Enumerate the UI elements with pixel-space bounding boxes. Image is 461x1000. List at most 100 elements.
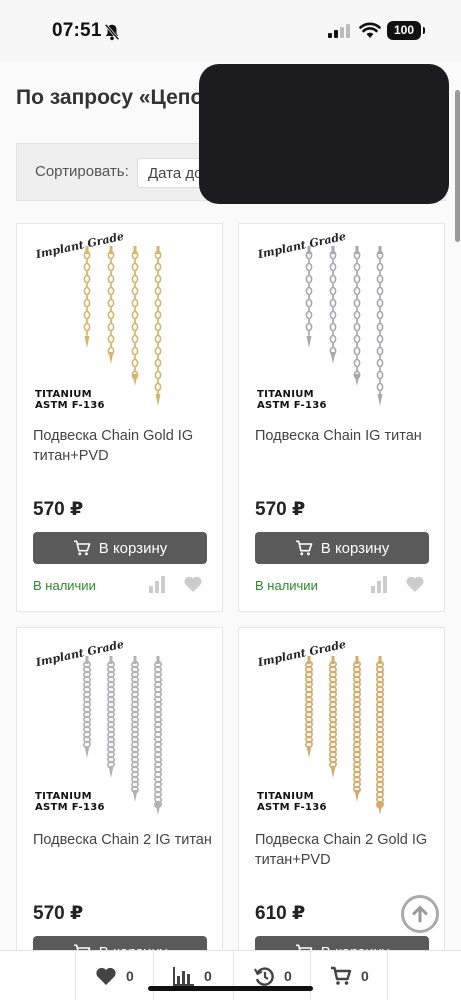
chain-link bbox=[83, 274, 91, 284]
compare-icon[interactable] bbox=[148, 575, 166, 593]
product-card[interactable]: Implant Grade TITANIUM ASTM F-136 Подвес… bbox=[16, 223, 223, 612]
chain-spike bbox=[84, 336, 90, 348]
divider bbox=[233, 951, 234, 1000]
history-tab[interactable]: 0 bbox=[253, 951, 292, 1000]
chain-spike bbox=[306, 336, 312, 348]
chain-connector bbox=[378, 246, 382, 254]
status-time: 07:51 bbox=[52, 20, 102, 41]
chain-link bbox=[376, 298, 384, 308]
material-name: TITANIUM bbox=[35, 791, 92, 802]
cart-icon bbox=[331, 966, 352, 985]
bottom-bar: 0 0 0 0 bbox=[0, 950, 461, 1000]
chain-link bbox=[107, 298, 115, 308]
material-name: TITANIUM bbox=[257, 389, 314, 400]
favorites-count: 0 bbox=[126, 968, 134, 984]
chain-link bbox=[154, 298, 162, 308]
heart-icon[interactable] bbox=[405, 575, 425, 593]
chain-link bbox=[329, 262, 337, 272]
chain-link bbox=[83, 322, 91, 332]
chain-link bbox=[329, 274, 337, 284]
chain-link bbox=[154, 322, 162, 332]
chain-link bbox=[83, 286, 91, 296]
chain-link bbox=[107, 262, 115, 272]
add-to-cart-label: В корзину bbox=[320, 539, 390, 557]
chain-spike bbox=[306, 746, 312, 758]
material-standard: ASTM F-136 bbox=[35, 802, 105, 813]
chain-link bbox=[376, 346, 384, 356]
chain-link bbox=[329, 286, 337, 296]
chain-spike bbox=[155, 394, 161, 406]
chain-link bbox=[131, 298, 139, 308]
product-title[interactable]: Подвеска Chain 2 Gold IG титан+PVD bbox=[255, 830, 435, 870]
bar-chart-icon bbox=[173, 967, 194, 986]
chain-link bbox=[353, 310, 361, 320]
divider bbox=[153, 951, 154, 1000]
product-card[interactable]: Implant Grade TITANIUM ASTM F-136 Подвес… bbox=[16, 627, 223, 967]
chain-connector bbox=[109, 246, 113, 254]
chain-link bbox=[353, 334, 361, 344]
product-title[interactable]: Подвеска Chain Gold IG титан+PVD bbox=[33, 426, 213, 466]
chain-link bbox=[154, 358, 162, 368]
battery-indicator: 100 bbox=[387, 21, 425, 40]
chain-link bbox=[154, 286, 162, 296]
favorites-tab[interactable]: 0 bbox=[95, 951, 134, 1000]
chain-link bbox=[107, 334, 115, 344]
add-to-cart-button[interactable]: В корзину bbox=[33, 532, 207, 564]
product-price: 570 ₽ bbox=[255, 499, 306, 520]
chain-link bbox=[154, 382, 162, 392]
chain-link bbox=[376, 274, 384, 284]
chain-link bbox=[305, 262, 313, 272]
chain-spike bbox=[108, 352, 114, 364]
scrollbar[interactable] bbox=[455, 90, 460, 242]
history-icon bbox=[254, 967, 274, 986]
chain-link bbox=[154, 310, 162, 320]
chain-link bbox=[154, 334, 162, 344]
cart-icon bbox=[295, 540, 313, 556]
chain-link bbox=[353, 322, 361, 332]
chain-link bbox=[376, 322, 384, 332]
stock-status: В наличии bbox=[33, 578, 96, 593]
chain-link bbox=[131, 358, 139, 368]
chain-connector bbox=[133, 246, 137, 254]
material-name: TITANIUM bbox=[257, 791, 314, 802]
home-indicator bbox=[148, 986, 313, 991]
chain-spike bbox=[330, 352, 336, 364]
add-to-cart-button[interactable]: В корзину bbox=[255, 532, 429, 564]
cart-tab[interactable]: 0 bbox=[330, 951, 369, 1000]
product-card[interactable]: Implant Grade TITANIUM ASTM F-136 Подвес… bbox=[238, 223, 445, 612]
chain-link bbox=[376, 370, 384, 380]
chain-link bbox=[376, 358, 384, 368]
cart-icon bbox=[73, 540, 91, 556]
material-label: TITANIUM ASTM F-136 bbox=[257, 389, 327, 411]
material-standard: ASTM F-136 bbox=[257, 400, 327, 411]
sort-label: Сортировать: bbox=[35, 163, 129, 180]
chain-spike bbox=[155, 803, 161, 815]
chain-spike bbox=[108, 766, 114, 778]
product-title[interactable]: Подвеска Chain IG титан bbox=[255, 426, 435, 446]
bell-slash-icon bbox=[104, 23, 120, 41]
chain-link bbox=[329, 298, 337, 308]
heart-icon[interactable] bbox=[183, 575, 203, 593]
chain-link bbox=[305, 322, 313, 332]
chain-link bbox=[107, 274, 115, 284]
chain-link bbox=[376, 310, 384, 320]
compare-tab[interactable]: 0 bbox=[173, 951, 212, 1000]
chain-spike bbox=[354, 374, 360, 386]
material-name: TITANIUM bbox=[35, 389, 92, 400]
chain-link bbox=[83, 310, 91, 320]
cart-count: 0 bbox=[361, 968, 369, 984]
scroll-to-top-button[interactable] bbox=[401, 895, 439, 933]
compare-icon[interactable] bbox=[370, 575, 388, 593]
chain-link bbox=[353, 298, 361, 308]
product-price: 570 ₽ bbox=[33, 499, 84, 520]
chain-link bbox=[353, 262, 361, 272]
chain-link bbox=[107, 310, 115, 320]
material-standard: ASTM F-136 bbox=[35, 400, 105, 411]
chain-spike bbox=[132, 374, 138, 386]
product-title[interactable]: Подвеска Chain 2 IG титан bbox=[33, 830, 213, 850]
chain-link bbox=[329, 322, 337, 332]
chain-link bbox=[154, 346, 162, 356]
chain-link bbox=[86, 329, 88, 337]
chain-link bbox=[376, 334, 384, 344]
chain-link bbox=[131, 322, 139, 332]
